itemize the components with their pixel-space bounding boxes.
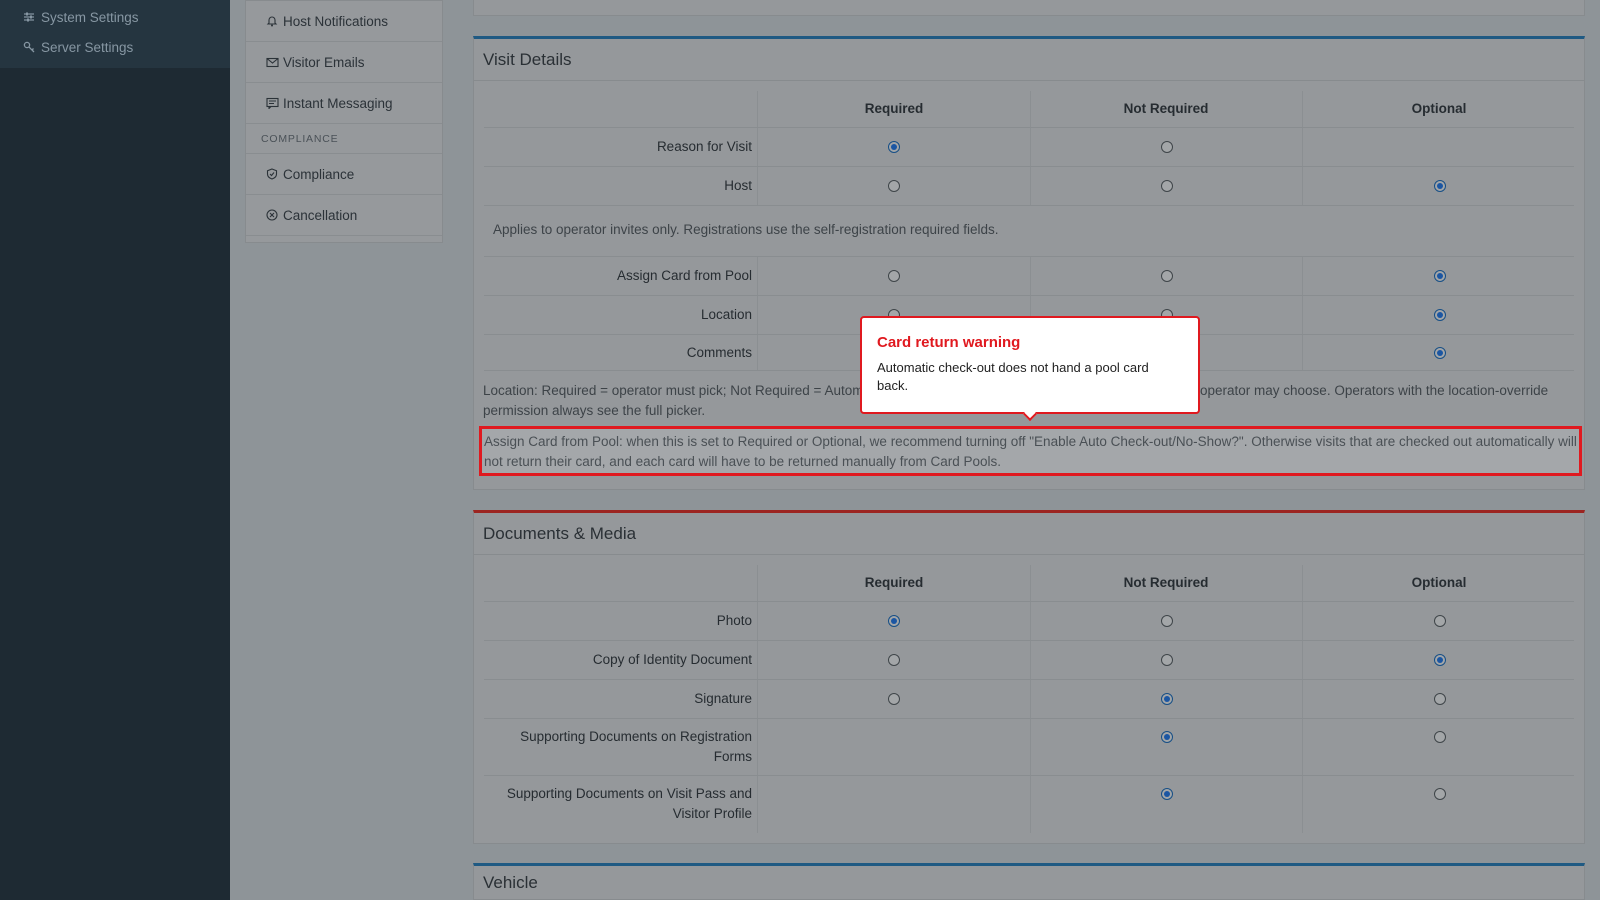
submenu-item-label: Host Notifications <box>283 13 389 29</box>
submenu-item-label: Compliance <box>283 166 355 182</box>
panel-title: Visit Details <box>474 39 1584 81</box>
key-icon <box>22 40 36 54</box>
popup-title: Card return warning <box>877 334 1021 351</box>
row-label-line2: Visitor Profile <box>672 806 752 821</box>
radio-optional[interactable] <box>1434 180 1446 192</box>
radio-not-required[interactable] <box>1161 788 1173 800</box>
panel-title: Vehicle <box>474 866 1584 900</box>
row-label: Host <box>724 178 752 193</box>
radio-optional[interactable] <box>1434 654 1446 666</box>
row-label: Copy of Identity Document <box>592 652 752 667</box>
documents-media-panel: Documents & Media Required Not Required … <box>473 510 1585 844</box>
radio-not-required[interactable] <box>1161 693 1173 705</box>
radio-optional[interactable] <box>1434 693 1446 705</box>
table-row-photo: Photo <box>484 602 1574 641</box>
visit-details-panel: Visit Details Required Not Required Opti… <box>473 36 1585 490</box>
column-header-optional: Optional <box>1411 575 1467 590</box>
column-header-not-required: Not Required <box>1123 101 1209 116</box>
column-header-required: Required <box>864 575 924 590</box>
table-row-supporting-docs-visit-pass: Supporting Documents on Visit Pass and Vi… <box>484 776 1574 833</box>
main-sidebar: System Settings Server Settings <box>0 0 230 900</box>
host-note-text: Applies to operator invites only. Regist… <box>493 222 999 237</box>
row-label-line2: Forms <box>713 749 752 764</box>
radio-not-required[interactable] <box>1161 731 1173 743</box>
row-label: Comments <box>686 345 752 360</box>
submenu-item-label: Visitor Emails <box>283 54 365 70</box>
radio-optional[interactable] <box>1434 347 1446 359</box>
row-label: Supporting Documents on Visit Pass and Vi… <box>484 784 752 824</box>
row-label-line1: Supporting Documents on Visit Pass and <box>506 786 752 801</box>
settings-submenu: Host Notifications Visitor Emails Instan… <box>245 0 443 243</box>
documents-media-table: Required Not Required Optional Photo Cop… <box>484 565 1574 833</box>
radio-optional[interactable] <box>1434 309 1446 321</box>
sidebar-item-server-settings[interactable]: Server Settings <box>0 32 230 62</box>
submenu-item-compliance[interactable]: Compliance <box>246 154 442 195</box>
radio-not-required[interactable] <box>1161 180 1173 192</box>
column-header-not-required: Not Required <box>1123 575 1209 590</box>
submenu-item-host-notifications[interactable]: Host Notifications <box>246 1 442 42</box>
column-header-required: Required <box>864 101 924 116</box>
card-pool-warning-note: Assign Card from Pool: when this is set … <box>479 426 1582 476</box>
row-label-line1: Supporting Documents on Registration <box>520 729 752 744</box>
sliders-icon <box>22 10 36 24</box>
radio-required[interactable] <box>888 693 900 705</box>
previous-panel <box>473 0 1585 16</box>
vehicle-panel: Vehicle <box>473 863 1585 900</box>
row-label: Reason for Visit <box>656 139 752 154</box>
row-label: Location <box>700 307 752 322</box>
table-row-reason-for-visit: Reason for Visit <box>484 128 1574 167</box>
sidebar-item-label: Server Settings <box>41 39 134 55</box>
radio-not-required[interactable] <box>1161 270 1173 282</box>
table-header-row: Required Not Required Optional <box>484 91 1574 128</box>
sidebar-item-label: System Settings <box>41 9 139 25</box>
radio-required[interactable] <box>888 180 900 192</box>
submenu-item-label: Cancellation <box>283 207 358 223</box>
table-header-row: Required Not Required Optional <box>484 565 1574 602</box>
table-row-signature: Signature <box>484 680 1574 719</box>
sidebar-settings-group: System Settings Server Settings <box>0 0 230 68</box>
shield-icon <box>265 167 279 181</box>
radio-not-required[interactable] <box>1161 141 1173 153</box>
table-row-supporting-docs-registration: Supporting Documents on Registration Form… <box>484 719 1574 776</box>
envelope-icon <box>265 55 279 69</box>
row-label: Photo <box>716 613 752 628</box>
radio-optional[interactable] <box>1434 270 1446 282</box>
bell-icon <box>265 14 279 28</box>
location-note-line2: permission always see the full picker. <box>483 403 706 418</box>
row-label: Assign Card from Pool <box>616 268 752 283</box>
radio-required[interactable] <box>888 270 900 282</box>
row-label: Supporting Documents on Registration Form… <box>484 727 752 767</box>
submenu-item-cancellation[interactable]: Cancellation <box>246 195 442 236</box>
radio-optional[interactable] <box>1434 788 1446 800</box>
submenu-item-instant-messaging[interactable]: Instant Messaging <box>246 83 442 124</box>
location-note-left: Location: Required = operator must pick;… <box>483 383 864 398</box>
location-note-right: operator may choose. Operators with the … <box>1200 383 1549 398</box>
table-row-host: Host <box>484 167 1574 206</box>
radio-not-required[interactable] <box>1161 654 1173 666</box>
card-return-warning-popup: Card return warning Automatic check-out … <box>860 316 1200 422</box>
radio-optional[interactable] <box>1434 731 1446 743</box>
submenu-item-label: Instant Messaging <box>283 95 393 111</box>
card-pool-note-text: Assign Card from Pool: when this is set … <box>484 434 1577 469</box>
sidebar-item-system-settings[interactable]: System Settings <box>0 2 230 32</box>
radio-required[interactable] <box>888 141 900 153</box>
radio-required[interactable] <box>888 654 900 666</box>
popup-body: Automatic check-out does not hand a pool… <box>877 360 1149 393</box>
radio-optional[interactable] <box>1434 615 1446 627</box>
radio-not-required[interactable] <box>1161 615 1173 627</box>
column-header-optional: Optional <box>1411 101 1467 116</box>
message-icon <box>265 96 279 110</box>
submenu-section-heading: COMPLIANCE <box>246 124 442 154</box>
submenu-item-visitor-emails[interactable]: Visitor Emails <box>246 42 442 83</box>
host-note-row: Applies to operator invites only. Regist… <box>484 206 1574 257</box>
table-row-assign-card: Assign Card from Pool <box>484 257 1574 296</box>
panel-title: Documents & Media <box>474 513 1584 555</box>
row-label: Signature <box>694 691 752 706</box>
table-row-identity-document: Copy of Identity Document <box>484 641 1574 680</box>
radio-required[interactable] <box>888 615 900 627</box>
cancel-icon <box>265 208 279 222</box>
